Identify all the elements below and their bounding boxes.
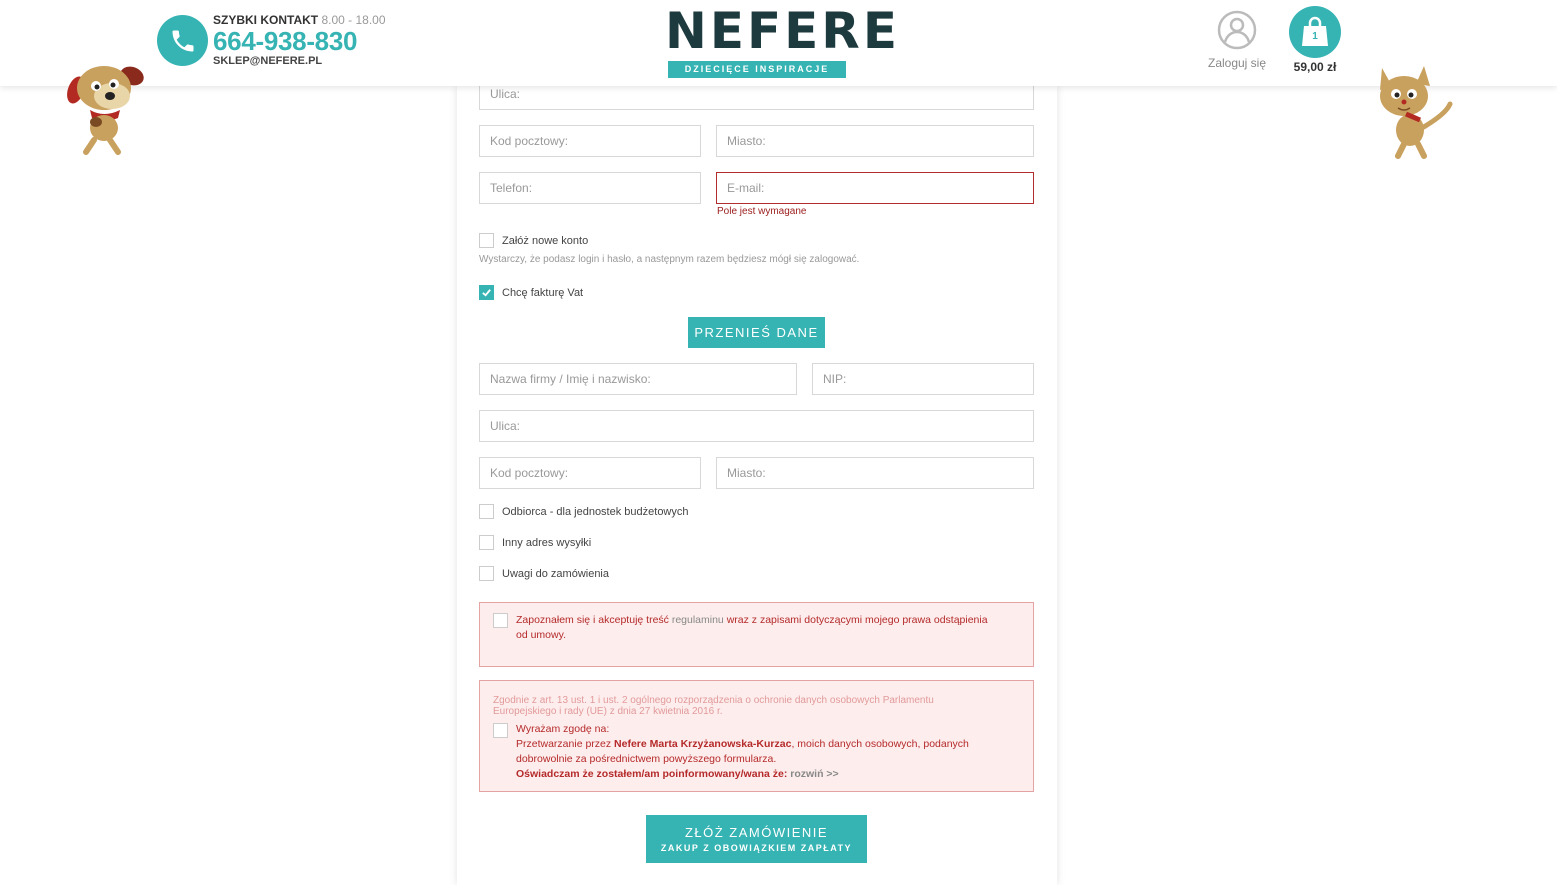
budget-recipient-option[interactable]: Odbiorca - dla jednostek budżetowych [479, 504, 689, 519]
site-header: SZYBKI KONTAKT 8.00 - 18.00 664-938-830 … [0, 0, 1557, 86]
postcode-input[interactable]: Kod pocztowy: [479, 125, 701, 157]
cart-count: 1 [1312, 31, 1318, 42]
other-address-option[interactable]: Inny adres wysyłki [479, 535, 591, 550]
quick-contact: SZYBKI KONTAKT 8.00 - 18.00 664-938-830 … [213, 13, 386, 67]
logo-tagline: DZIECIĘCE INSPIRACJE [668, 61, 846, 78]
gdpr-checkbox[interactable] [493, 723, 508, 738]
cart-bag-icon: 1 [1289, 6, 1341, 58]
terms-consent-box: Zapoznałem się i akceptuję treść regulam… [479, 602, 1034, 667]
place-order-sublabel: ZAKUP Z OBOWIĄZKIEM ZAPŁATY [660, 843, 853, 853]
phone-icon [157, 15, 208, 66]
email-error-message: Pole jest wymagane [717, 206, 807, 217]
order-notes-checkbox[interactable] [479, 566, 494, 581]
create-account-hint: Wystarczy, że podasz login i hasło, a na… [479, 254, 860, 265]
transfer-data-button[interactable]: PRZENIEŚ DANE [688, 317, 825, 348]
invoice-option[interactable]: Chcę fakturę Vat [479, 285, 583, 300]
company-name-input[interactable]: Nazwa firmy / Imię i nazwisko: [479, 363, 797, 395]
create-account-option[interactable]: Załóż nowe konto [479, 233, 588, 248]
contact-title: SZYBKI KONTAKT [213, 13, 319, 27]
create-account-checkbox[interactable] [479, 233, 494, 248]
terms-text: Zapoznałem się i akceptuję treść regulam… [516, 614, 988, 641]
place-order-label: ZŁÓŻ ZAMÓWIENIE [684, 825, 829, 840]
budget-recipient-label: Odbiorca - dla jednostek budżetowych [502, 505, 689, 518]
other-address-label: Inny adres wysyłki [502, 536, 592, 549]
place-order-button[interactable]: ZŁÓŻ ZAMÓWIENIE ZAKUP Z OBOWIĄZKIEM ZAPŁ… [646, 815, 867, 863]
contact-hours: 8.00 - 18.00 [321, 13, 386, 27]
invoice-postcode-input[interactable]: Kod pocztowy: [479, 457, 701, 489]
order-notes-label: Uwagi do zamówienia [502, 567, 609, 580]
invoice-street-input[interactable]: Ulica: [479, 410, 1034, 442]
gdpr-consent-text: Wyrażam zgodę na: Przetwarzanie przez Ne… [516, 723, 969, 780]
invoice-city-input[interactable]: Miasto: [716, 457, 1034, 489]
email-input[interactable]: E-mail: [716, 172, 1034, 204]
gdpr-company-name: Nefere Marta Krzyżanowska-Kurzac [614, 738, 792, 750]
login-link[interactable]: Zaloguj się [1204, 10, 1270, 70]
terms-link[interactable]: regulaminu [672, 614, 724, 626]
order-notes-option[interactable]: Uwagi do zamówienia [479, 566, 609, 581]
gdpr-intro: Zgodnie z art. 13 ust. 1 i ust. 2 ogólne… [493, 695, 934, 717]
gdpr-declaration: Oświadczam że zostałem/am poinformowany/… [516, 768, 788, 780]
cart-button[interactable]: 1 59,00 zł [1289, 6, 1341, 74]
invoice-label: Chcę fakturę Vat [502, 286, 584, 299]
terms-checkbox[interactable] [493, 613, 508, 628]
logo-text: NEFERE [665, 2, 900, 60]
gdpr-consent-box: Zgodnie z art. 13 ust. 1 i ust. 2 ogólne… [479, 680, 1034, 792]
check-icon [482, 289, 491, 297]
checkout-form-panel: Ulica: Kod pocztowy: Miasto: Telefon: E-… [457, 78, 1057, 885]
login-label: Zaloguj się [1207, 56, 1267, 70]
city-input[interactable]: Miasto: [716, 125, 1034, 157]
cart-total: 59,00 zł [1293, 60, 1337, 74]
dog-mascot-image [67, 66, 144, 155]
gdpr-expand-link[interactable]: rozwiń >> [790, 768, 838, 780]
user-icon [1217, 10, 1257, 50]
invoice-checkbox[interactable] [479, 285, 494, 300]
nip-input[interactable]: NIP: [812, 363, 1034, 395]
cat-mascot-image [1380, 66, 1453, 159]
other-address-checkbox[interactable] [479, 535, 494, 550]
phone-input[interactable]: Telefon: [479, 172, 701, 204]
budget-recipient-checkbox[interactable] [479, 504, 494, 519]
create-account-label: Załóż nowe konto [502, 234, 589, 247]
contact-phone[interactable]: 664-938-830 [213, 27, 386, 55]
site-logo[interactable]: NEFERE DZIECIĘCE INSPIRACJE [660, 2, 900, 80]
contact-email[interactable]: SKLEP@NEFERE.PL [213, 55, 386, 67]
